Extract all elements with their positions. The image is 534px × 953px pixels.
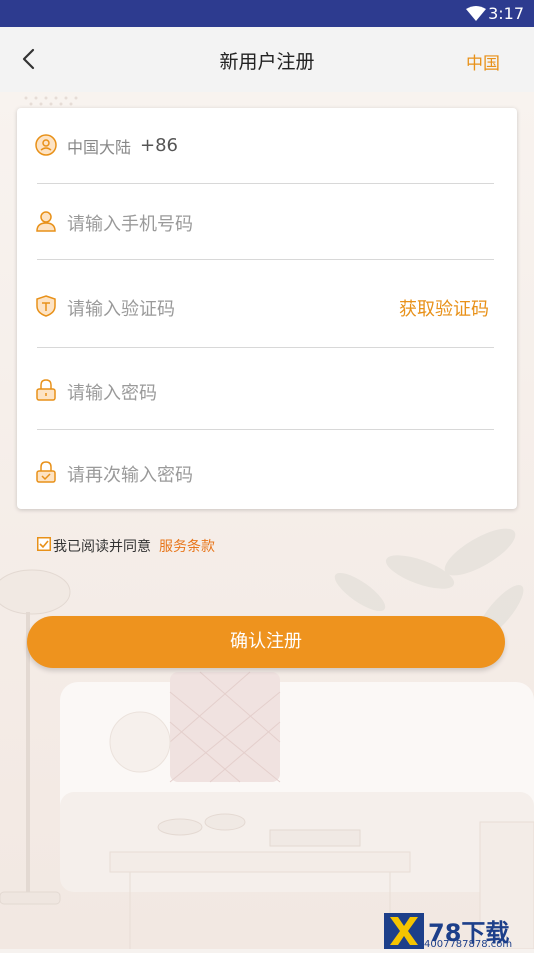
status-bar: 3:17	[0, 0, 534, 27]
user-icon	[36, 211, 56, 232]
confirm-password-input[interactable]: 请再次输入密码	[67, 461, 193, 487]
watermark-logo-icon	[384, 913, 424, 949]
lock-check-icon	[36, 461, 56, 483]
region-label: 中国大陆	[67, 138, 132, 157]
wifi-icon	[466, 6, 486, 21]
password-input[interactable]: 请输入密码	[67, 379, 157, 405]
status-time: 3:17	[488, 4, 524, 23]
country-code: +86	[140, 135, 178, 156]
terms-link[interactable]: 服务条款	[159, 536, 215, 556]
lock-icon	[36, 379, 56, 401]
code-row: 请输入验证码 获取验证码	[17, 260, 517, 348]
confirm-password-row: 请再次输入密码	[17, 430, 517, 509]
password-row: 请输入密码	[17, 348, 517, 430]
phone-row: 请输入手机号码	[17, 184, 517, 260]
region-row[interactable]: 中国大陆 +86	[17, 108, 517, 184]
region-icon	[35, 134, 57, 156]
watermark: 78下载 4007787878.com	[384, 913, 534, 950]
agreement-text: 我已阅读并同意	[53, 539, 151, 555]
code-input[interactable]: 请输入验证码	[67, 295, 175, 321]
get-code-button[interactable]: 获取验证码	[399, 295, 489, 321]
registration-form: 中国大陆 +86 请输入手机号码 请输入验证码 获取验证码 请输入密码 请再次输…	[17, 108, 517, 509]
confirm-register-button[interactable]: 确认注册	[27, 616, 505, 668]
agree-checkbox[interactable]	[37, 537, 51, 551]
phone-input[interactable]: 请输入手机号码	[67, 210, 193, 236]
shield-icon	[36, 295, 56, 317]
nav-bar: 新用户注册 中国	[0, 27, 534, 92]
region-selector[interactable]: 中国	[466, 49, 500, 74]
watermark-url: 4007787878.com	[424, 939, 513, 950]
page-title: 新用户注册	[219, 51, 315, 73]
